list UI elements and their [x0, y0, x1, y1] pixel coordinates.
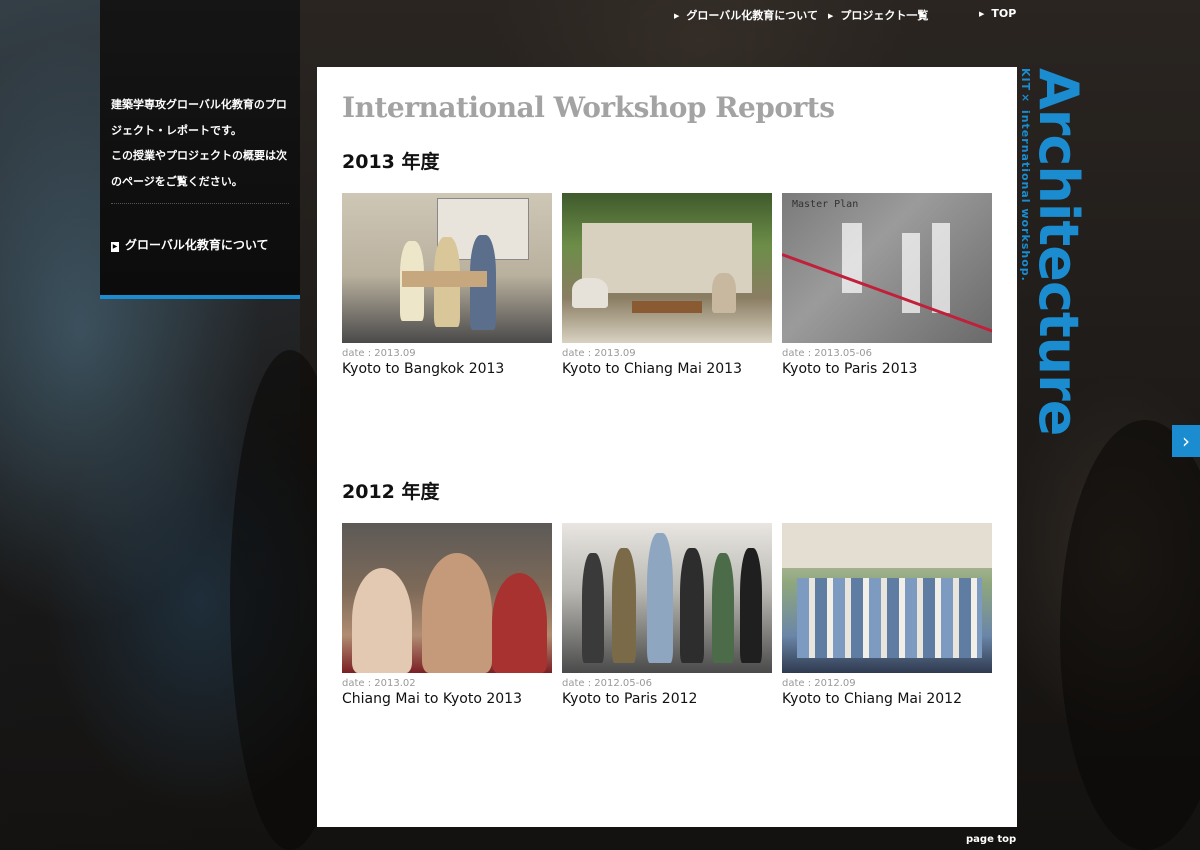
table — [632, 301, 702, 313]
report-date: date : 2013.05-06 — [782, 348, 872, 359]
chevron-right-icon: › — [1182, 429, 1190, 453]
report-card-kyoto-chiang-mai-2012[interactable]: date : 2012.09 Kyoto to Chiang Mai 2012 — [782, 523, 992, 707]
nav-item-global-education[interactable]: ▶ グローバル化教育について — [674, 7, 818, 23]
person-figure — [680, 548, 704, 663]
master-plan-label: Master Plan — [792, 199, 859, 210]
background-person-shadow — [1060, 420, 1200, 850]
report-thumbnail[interactable] — [342, 193, 552, 343]
report-date: date : 2012.09 — [782, 678, 856, 689]
sidebar-intro-line: この授業やプロジェクトの概要は次 — [111, 149, 287, 162]
person-figure — [572, 278, 608, 308]
report-title[interactable]: Kyoto to Paris 2012 — [562, 691, 772, 707]
triangle-right-icon: ▶ — [828, 12, 834, 20]
report-title[interactable]: Kyoto to Bangkok 2013 — [342, 361, 552, 377]
report-title[interactable]: Kyoto to Chiang Mai 2012 — [782, 691, 992, 707]
sidebar-link-label: グローバル化教育について — [125, 238, 269, 252]
report-date: date : 2012.05-06 — [562, 678, 652, 689]
next-page-button[interactable]: › — [1172, 425, 1200, 457]
section-heading-2012: 2012 年度 — [342, 481, 440, 503]
page-title: International Workshop Reports — [342, 91, 835, 124]
sidebar-intro-line: 建築学専攻グローバル化教育のプロ — [111, 98, 287, 111]
model-board — [402, 271, 487, 287]
report-thumbnail[interactable]: Master Plan — [782, 193, 992, 343]
report-card-chiang-mai-kyoto-2013[interactable]: date : 2013.02 Chiang Mai to Kyoto 2013 — [342, 523, 552, 707]
triangle-right-icon: ▶ — [111, 242, 119, 252]
nav-item-top[interactable]: ▶ TOP — [979, 7, 1016, 20]
sidebar-intro-line: のページをご覧ください。 — [111, 174, 243, 188]
person-figure — [352, 568, 412, 673]
person-figure — [647, 533, 673, 663]
person-figure — [740, 548, 762, 663]
person-figure — [712, 273, 736, 313]
report-thumbnail[interactable] — [782, 523, 992, 673]
report-thumbnail[interactable] — [562, 523, 772, 673]
report-thumbnail[interactable] — [562, 193, 772, 343]
report-title[interactable]: Chiang Mai to Kyoto 2013 — [342, 691, 552, 707]
report-date: date : 2013.09 — [342, 348, 416, 359]
sidebar-intro-text: 建築学専攻グローバル化教育のプロ ジェクト・レポートです。 この授業やプロジェク… — [111, 92, 293, 194]
report-date: date : 2013.02 — [342, 678, 416, 689]
report-title[interactable]: Kyoto to Chiang Mai 2013 — [562, 361, 772, 377]
nav-item-label: プロジェクト一覧 — [840, 9, 929, 22]
nav-item-label: TOP — [991, 7, 1017, 20]
triangle-right-icon: ▶ — [979, 10, 985, 18]
main-content: International Workshop Reports 2013 年度 d… — [317, 67, 1017, 827]
sidebar-divider — [111, 203, 289, 204]
page-top-link[interactable]: page top — [966, 834, 1016, 845]
report-card-kyoto-bangkok-2013[interactable]: date : 2013.09 Kyoto to Bangkok 2013 — [342, 193, 552, 377]
person-figure — [612, 548, 636, 663]
triangle-right-icon: ▶ — [674, 12, 680, 20]
report-card-kyoto-chiang-mai-2013[interactable]: date : 2013.09 Kyoto to Chiang Mai 2013 — [562, 193, 772, 377]
report-date: date : 2013.09 — [562, 348, 636, 359]
section-heading-2013: 2013 年度 — [342, 151, 440, 173]
report-card-kyoto-paris-2013[interactable]: Master Plan date : 2013.05-06 Kyoto to P… — [782, 193, 992, 377]
sidebar-link-global-education[interactable]: ▶ グローバル化教育について — [111, 236, 269, 253]
person-figure — [712, 553, 734, 663]
person-figure — [422, 553, 492, 673]
sidebar-intro-line: ジェクト・レポートです。 — [111, 123, 242, 137]
brand-title: Architecture — [1027, 68, 1090, 436]
person-figure — [582, 553, 604, 663]
report-card-kyoto-paris-2012[interactable]: date : 2012.05-06 Kyoto to Paris 2012 — [562, 523, 772, 707]
nav-item-label: グローバル化教育について — [686, 9, 818, 22]
plan-overlay — [932, 223, 950, 313]
person-figure — [492, 573, 547, 673]
building-facade — [782, 523, 992, 568]
nav-item-project-list[interactable]: ▶ プロジェクト一覧 — [828, 7, 928, 23]
report-title[interactable]: Kyoto to Paris 2013 — [782, 361, 992, 377]
sidebar-panel: 建築学専攻グローバル化教育のプロ ジェクト・レポートです。 この授業やプロジェク… — [100, 0, 300, 299]
plan-redline — [782, 253, 992, 335]
report-thumbnail[interactable] — [342, 523, 552, 673]
group-photo-people — [797, 578, 982, 658]
